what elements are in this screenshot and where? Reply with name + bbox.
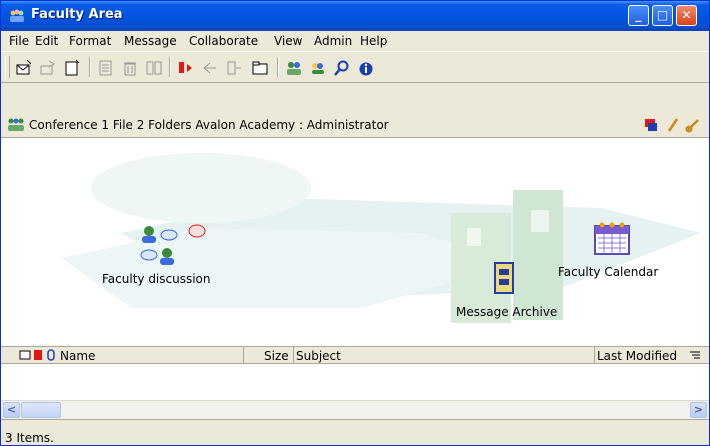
archive-cabinet-icon[interactable]	[489, 259, 519, 297]
title-bar[interactable]: Faculty Area _ □ ✕	[1, 1, 709, 31]
reply-all-icon[interactable]	[225, 59, 243, 77]
minimize-button[interactable]: _	[628, 5, 649, 26]
message-column-icon[interactable]	[19, 349, 31, 361]
toolbar-separator	[89, 57, 91, 77]
name-column-header[interactable]: Name	[60, 349, 95, 363]
find-icon[interactable]	[333, 59, 351, 77]
column-divider[interactable]	[594, 347, 595, 363]
key-icon[interactable]	[685, 117, 701, 133]
edit-icon[interactable]	[97, 59, 115, 77]
menu-bar: File Edit Format Message Collaborate Vie…	[1, 31, 709, 51]
maximize-button[interactable]: □	[652, 5, 673, 26]
canvas-item-label[interactable]: Message Archive	[456, 305, 557, 319]
conference-icon	[8, 118, 24, 131]
horizontal-scrollbar[interactable]: < >	[1, 400, 709, 419]
flag-icon[interactable]	[643, 117, 659, 133]
status-bar: 3 Items.	[1, 419, 709, 445]
info-icon[interactable]	[357, 59, 375, 77]
scroll-thumb[interactable]	[21, 402, 61, 418]
toolbar-separator	[169, 57, 171, 77]
menu-format[interactable]: Format	[69, 34, 111, 48]
column-divider[interactable]	[243, 347, 244, 363]
delete-icon[interactable]	[121, 59, 139, 77]
column-chooser-icon[interactable]	[689, 350, 701, 361]
close-button[interactable]: ✕	[676, 5, 697, 26]
pencil-icon[interactable]	[665, 117, 681, 133]
scroll-right-button[interactable]: >	[690, 402, 707, 418]
new-document-icon[interactable]	[63, 59, 81, 77]
folder-icon[interactable]	[251, 59, 269, 77]
move-icon[interactable]	[145, 59, 163, 77]
last-modified-column-header[interactable]: Last Modified	[597, 349, 677, 363]
size-column-header[interactable]: Size	[264, 349, 289, 363]
menu-edit[interactable]: Edit	[35, 34, 58, 48]
menu-help[interactable]: Help	[360, 34, 387, 48]
new-message-icon[interactable]	[15, 59, 33, 77]
menu-collaborate[interactable]: Collaborate	[189, 34, 258, 48]
conference-app-icon	[10, 9, 24, 22]
conference-info-bar: Conference 1 File 2 Folders Avalon Acade…	[1, 113, 709, 138]
list-column-header: Name Size Subject Last Modified	[1, 346, 709, 364]
discussion-icon[interactable]	[139, 223, 211, 267]
people-icon[interactable]	[285, 59, 303, 77]
toolbar-grip[interactable]	[5, 56, 10, 78]
canvas-item-label[interactable]: Faculty discussion	[102, 272, 211, 286]
who-icon[interactable]	[309, 59, 327, 77]
window-title: Faculty Area	[31, 7, 123, 22]
conference-summary: Conference 1 File 2 Folders Avalon Acade…	[29, 118, 389, 132]
item-list[interactable]	[1, 364, 709, 400]
column-divider[interactable]	[293, 347, 294, 363]
flag-column-icon[interactable]	[33, 349, 43, 361]
attachment-column-icon[interactable]	[46, 349, 56, 361]
app-window: Faculty Area _ □ ✕ File Edit Format Mess…	[0, 0, 710, 446]
reply-icon[interactable]	[39, 59, 57, 77]
canvas-item-label[interactable]: Faculty Calendar	[558, 265, 658, 279]
subject-column-header[interactable]: Subject	[296, 349, 341, 363]
toolbar	[1, 51, 709, 83]
toolbar-separator	[277, 57, 279, 77]
scroll-left-button[interactable]: <	[3, 402, 20, 418]
conference-canvas[interactable]: Faculty discussion Message Archive Facul…	[1, 138, 709, 346]
menu-view[interactable]: View	[274, 34, 302, 48]
menu-message[interactable]: Message	[124, 34, 177, 48]
calendar-icon[interactable]	[592, 220, 632, 256]
status-text: 3 Items.	[5, 431, 54, 445]
menu-admin[interactable]: Admin	[314, 34, 352, 48]
send-flag-icon[interactable]	[177, 59, 195, 77]
menu-file[interactable]: File	[9, 34, 29, 48]
forward-icon[interactable]	[201, 59, 219, 77]
